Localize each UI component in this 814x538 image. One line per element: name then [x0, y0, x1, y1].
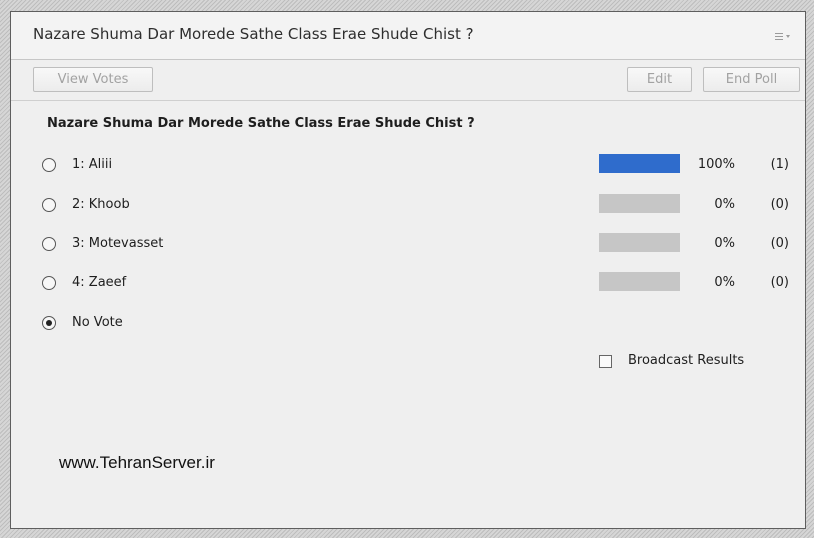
pod-title: Nazare Shuma Dar Morede Sathe Class Erae… — [33, 25, 474, 43]
poll-question: Nazare Shuma Dar Morede Sathe Class Erae… — [47, 116, 475, 131]
radio-dot-icon — [46, 320, 52, 326]
answer-row[interactable]: 1: Aliii 100% (1) — [11, 153, 805, 179]
result-count: (0) — [770, 197, 789, 212]
result-bar — [599, 194, 680, 213]
result-percent: 100% — [697, 157, 735, 172]
result-bar-fill — [599, 154, 680, 173]
answer-label: 1: Aliii — [72, 157, 113, 172]
no-vote-row[interactable]: No Vote — [11, 311, 805, 337]
watermark-text: www.TehranServer.ir — [59, 453, 215, 472]
pod-title-bar: Nazare Shuma Dar Morede Sathe Class Erae… — [11, 12, 805, 60]
answer-label: 4: Zaeef — [72, 275, 127, 290]
result-percent: 0% — [714, 236, 735, 251]
answer-radio[interactable] — [42, 158, 56, 172]
answer-label: 3: Motevasset — [72, 236, 164, 251]
answer-label: 2: Khoob — [72, 197, 130, 212]
no-vote-radio[interactable] — [42, 316, 56, 330]
poll-pod: Nazare Shuma Dar Morede Sathe Class Erae… — [10, 11, 806, 529]
answer-radio[interactable] — [42, 237, 56, 251]
answer-row[interactable]: 4: Zaeef 0% (0) — [11, 271, 805, 297]
no-vote-label: No Vote — [72, 315, 123, 330]
result-percent: 0% — [714, 275, 735, 290]
result-count: (1) — [770, 157, 789, 172]
view-votes-button[interactable]: View Votes — [33, 67, 153, 92]
broadcast-results-label[interactable]: Broadcast Results — [628, 353, 744, 368]
result-percent: 0% — [714, 197, 735, 212]
answer-radio[interactable] — [42, 198, 56, 212]
end-poll-button[interactable]: End Poll — [703, 67, 800, 92]
answer-radio[interactable] — [42, 276, 56, 290]
edit-button[interactable]: Edit — [627, 67, 692, 92]
result-count: (0) — [770, 275, 789, 290]
poll-toolbar: View Votes Edit End Poll — [11, 60, 805, 101]
answer-row[interactable]: 2: Khoob 0% (0) — [11, 193, 805, 219]
result-count: (0) — [770, 236, 789, 251]
result-bar — [599, 272, 680, 291]
broadcast-results-checkbox[interactable] — [599, 355, 612, 368]
options-menu-icon[interactable] — [775, 32, 791, 42]
result-bar — [599, 154, 680, 173]
answer-row[interactable]: 3: Motevasset 0% (0) — [11, 232, 805, 258]
result-bar — [599, 233, 680, 252]
